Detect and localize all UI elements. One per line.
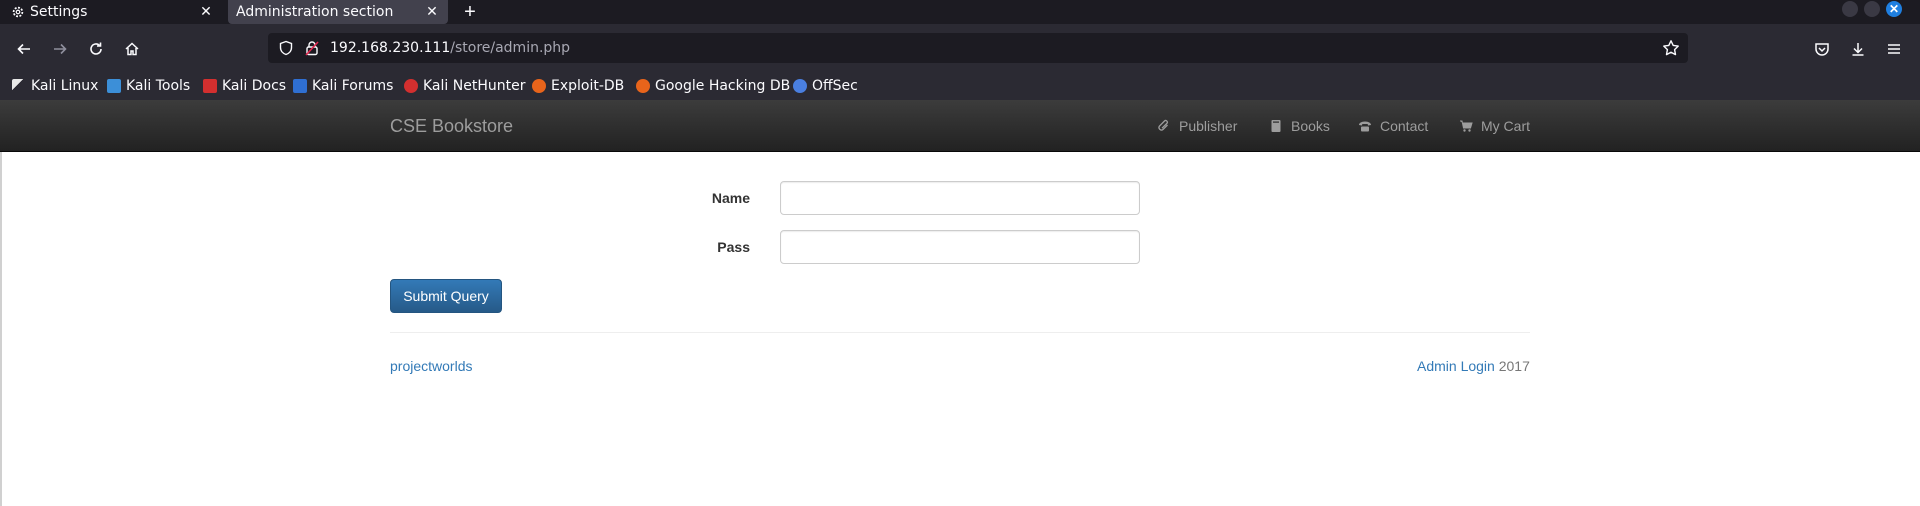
bookmark-label: Kali NetHunter <box>423 78 526 94</box>
bookmark-label: Kali Docs <box>222 78 287 94</box>
new-tab-button[interactable]: + <box>458 0 482 24</box>
site-brand[interactable]: CSE Bookstore <box>390 116 513 137</box>
arrow-right-icon <box>54 43 67 55</box>
nav-label: My Cart <box>1481 118 1530 134</box>
bookmark-kali-forums[interactable]: Kali Forums <box>293 74 393 98</box>
bookmark-label: Kali Linux <box>31 78 99 94</box>
bookmark-offsec[interactable]: OffSec <box>793 74 858 98</box>
tab-settings[interactable]: Settings ✕ <box>0 0 222 24</box>
arrow-left-icon <box>17 43 30 55</box>
reload-button[interactable] <box>84 37 108 61</box>
nav-label: Contact <box>1380 118 1429 134</box>
reload-icon <box>90 42 102 55</box>
bookmark-kali-tools[interactable]: Kali Tools <box>107 74 190 98</box>
kali-nethunter-icon <box>404 79 418 93</box>
footer-right: Admin Login 2017 <box>1417 358 1530 374</box>
maximize-button[interactable] <box>1864 1 1880 17</box>
hamburger-menu-icon[interactable] <box>1882 37 1906 61</box>
nav-books[interactable]: Books <box>1269 118 1330 134</box>
nav-contact[interactable]: Contact <box>1358 118 1428 134</box>
bookmark-kali-nethunter[interactable]: Kali NetHunter <box>404 74 525 98</box>
bookmark-kali-linux[interactable]: Kali Linux <box>12 74 98 98</box>
kali-docs-icon <box>203 79 217 93</box>
browser-tab-bar: Settings ✕ Administration section ✕ + ✕ <box>0 0 1920 24</box>
bookmarks-toolbar: Kali Linux Kali Tools Kali Docs Kali For… <box>0 74 1920 100</box>
home-icon <box>125 42 139 56</box>
name-label: Name <box>711 190 750 206</box>
close-icon[interactable]: ✕ <box>422 2 442 22</box>
pass-input[interactable] <box>780 230 1140 264</box>
bookmark-star-icon[interactable] <box>1662 39 1680 57</box>
nav-label: Books <box>1291 118 1330 134</box>
ghdb-icon <box>636 79 650 93</box>
gear-icon <box>10 4 26 20</box>
cart-icon <box>1459 119 1473 133</box>
kali-dragon-icon <box>12 79 26 93</box>
nav-my-cart[interactable]: My Cart <box>1459 118 1530 134</box>
browser-navigation-bar: 192.168.230.111/store/admin.php <box>0 24 1920 74</box>
projectworlds-link[interactable]: projectworlds <box>390 358 472 374</box>
tab-title: Administration section <box>236 4 394 20</box>
admin-login-link[interactable]: Admin Login <box>1417 358 1495 374</box>
pocket-icon[interactable] <box>1810 37 1834 61</box>
page-edge <box>0 152 2 506</box>
url-text[interactable]: 192.168.230.111/store/admin.php <box>330 40 570 56</box>
bookmark-kali-docs[interactable]: Kali Docs <box>203 74 286 98</box>
bookmark-label: Google Hacking DB <box>655 78 791 94</box>
phone-icon <box>1358 119 1372 133</box>
exploit-db-icon <box>532 79 546 93</box>
footer-year: 2017 <box>1498 358 1530 374</box>
home-button[interactable] <box>120 37 144 61</box>
tab-administration[interactable]: Administration section ✕ <box>228 0 448 24</box>
kali-tools-icon <box>107 79 121 93</box>
footer-divider <box>390 332 1530 333</box>
minimize-button[interactable] <box>1842 1 1858 17</box>
bookmark-label: Kali Tools <box>126 78 191 94</box>
nav-publisher[interactable]: Publisher <box>1157 118 1237 134</box>
kali-forums-icon <box>293 79 307 93</box>
book-icon <box>1269 119 1283 133</box>
address-bar[interactable]: 192.168.230.111/store/admin.php <box>268 33 1688 63</box>
close-icon[interactable]: ✕ <box>196 2 216 22</box>
bookmark-label: Kali Forums <box>312 78 394 94</box>
pass-label: Pass <box>717 239 750 255</box>
window-close-button[interactable]: ✕ <box>1886 1 1902 17</box>
shield-icon[interactable] <box>278 40 294 56</box>
bookmark-label: OffSec <box>812 78 858 94</box>
bookmark-exploit-db[interactable]: Exploit-DB <box>532 74 624 98</box>
bookmark-google-hacking-db[interactable]: Google Hacking DB <box>636 74 790 98</box>
nav-label: Publisher <box>1179 118 1238 134</box>
submit-query-button[interactable]: Submit Query <box>390 279 502 313</box>
forward-button[interactable] <box>48 37 72 61</box>
url-path: /store/admin.php <box>450 40 571 56</box>
name-input[interactable] <box>780 181 1140 215</box>
back-button[interactable] <box>12 37 36 61</box>
download-icon[interactable] <box>1846 37 1870 61</box>
bookmark-label: Exploit-DB <box>551 78 625 94</box>
lock-icon[interactable] <box>304 40 320 56</box>
url-host: 192.168.230.111 <box>330 40 451 56</box>
site-navbar: CSE Bookstore Publisher Books Contact My… <box>0 100 1920 152</box>
tab-title: Settings <box>30 4 88 20</box>
paperclip-icon <box>1157 119 1171 133</box>
offsec-icon <box>793 79 807 93</box>
